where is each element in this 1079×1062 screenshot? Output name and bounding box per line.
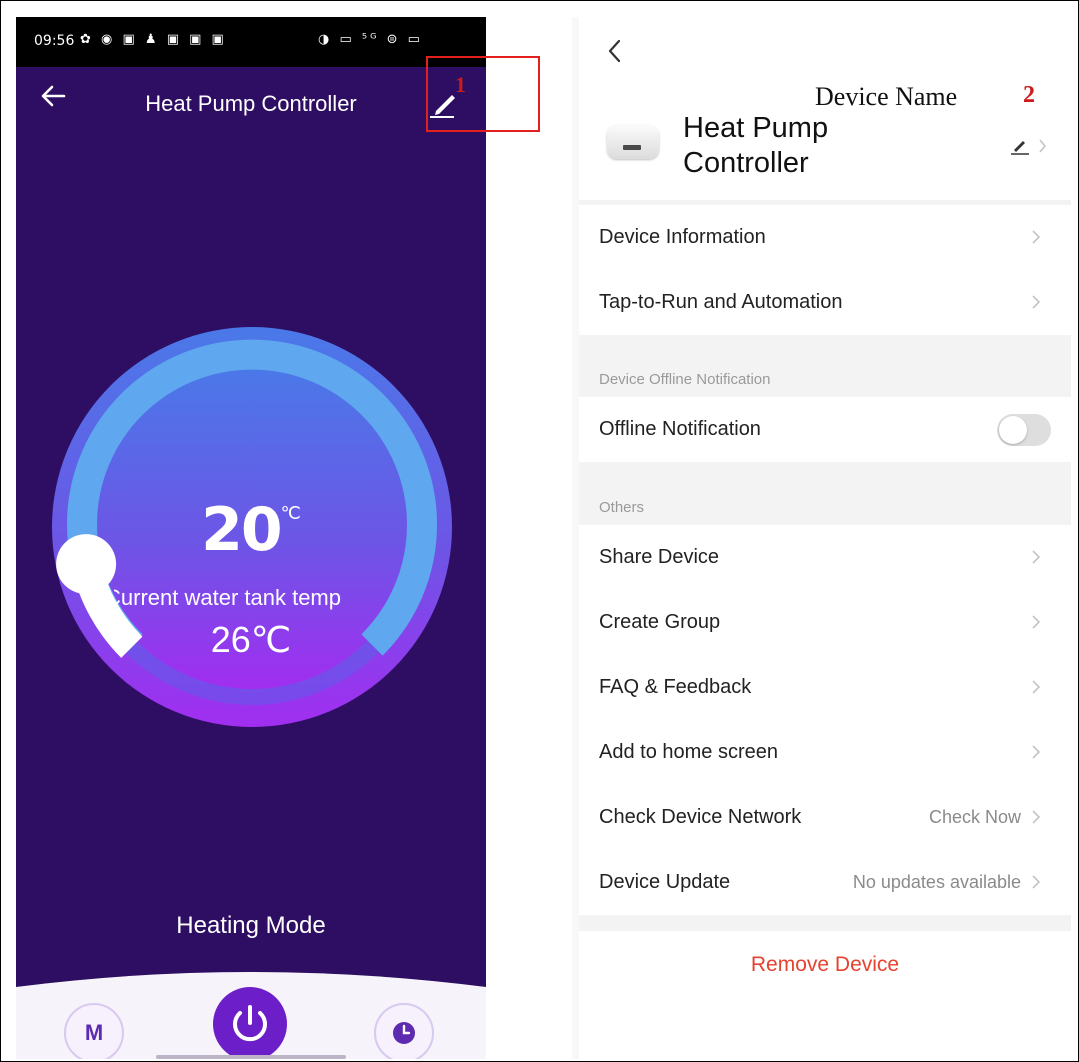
chevron-right-icon xyxy=(1032,615,1041,629)
app-header: Heat Pump Controller xyxy=(16,67,486,137)
divider xyxy=(572,17,579,1059)
row-add-to-home-screen[interactable]: Add to home screen xyxy=(579,720,1071,785)
clock-icon xyxy=(393,1022,415,1044)
power-button[interactable] xyxy=(213,987,287,1059)
system-status-icons: ◑ ▭ ⁵ᴳ ⊜ ▭ xyxy=(318,32,423,47)
row-label: Share Device xyxy=(599,546,720,568)
current-temp-label-wrap: Current water tank temp xyxy=(114,585,394,611)
row-label: Device Information xyxy=(599,226,766,248)
page-title: Heat Pump Controller xyxy=(145,91,357,116)
home-indicator xyxy=(156,1055,346,1059)
section-header-others: Others xyxy=(599,499,645,516)
power-icon xyxy=(233,1005,267,1042)
chevron-left-icon[interactable] xyxy=(605,37,625,72)
annotation-caption: Device Name xyxy=(815,82,958,111)
setpoint-temperature: 20℃ xyxy=(16,495,486,565)
chevron-right-icon xyxy=(1032,875,1041,889)
mode-button[interactable]: M xyxy=(64,1003,124,1059)
row-device-information[interactable]: Device Information xyxy=(579,205,1071,270)
mode-label: Heating Mode xyxy=(176,912,326,939)
thermostat-screen: 09:56 ✿ ◉ ▣ ♟ ▣ ▣ ▣ ◑ ▭ ⁵ᴳ ⊜ ▭ Heat Pump… xyxy=(16,17,486,1059)
remove-device-button[interactable]: Remove Device xyxy=(579,953,1071,977)
row-label: Device Update xyxy=(599,871,731,893)
section-header-offline: Device Offline Notification xyxy=(599,371,771,388)
row-offline-notification: Offline Notification xyxy=(579,397,1071,462)
toggle-knob xyxy=(999,416,1027,444)
chevron-right-icon xyxy=(1039,139,1047,153)
chevron-right-icon xyxy=(1032,745,1041,759)
edit-name-button[interactable] xyxy=(1009,135,1049,155)
offline-notification-toggle[interactable] xyxy=(997,414,1051,446)
pencil-icon xyxy=(1011,141,1029,155)
row-label: Tap-to-Run and Automation xyxy=(599,291,843,313)
chevron-right-icon xyxy=(1032,810,1041,824)
chevron-right-icon xyxy=(1032,680,1041,694)
setpoint-unit: ℃ xyxy=(280,503,301,523)
annotation-marker-2: 2 xyxy=(1023,82,1035,108)
row-check-device-network[interactable]: Check Device Network Check Now xyxy=(579,785,1071,850)
row-create-group[interactable]: Create Group xyxy=(579,590,1071,655)
row-value: Check Now xyxy=(928,807,1021,827)
setpoint-value: 20 xyxy=(201,495,282,565)
notification-icons: ✿ ◉ ▣ ♟ ▣ ▣ ▣ xyxy=(80,32,227,47)
row-device-update[interactable]: Device Update No updates available xyxy=(579,850,1071,915)
row-value: No updates available xyxy=(852,872,1021,892)
row-label: Check Device Network xyxy=(599,806,802,828)
row-share-device[interactable]: Share Device xyxy=(579,525,1071,590)
device-name[interactable]: Heat Pump Controller xyxy=(683,111,913,181)
row-label: FAQ & Feedback xyxy=(599,676,752,698)
row-label: Create Group xyxy=(599,611,721,633)
row-label: Offline Notification xyxy=(599,418,761,440)
chevron-right-icon xyxy=(1032,550,1041,564)
bottom-control-bar: M xyxy=(16,957,486,1059)
annotation-marker-1: 1 xyxy=(455,72,466,97)
timer-button[interactable] xyxy=(374,1003,434,1059)
status-bar: 09:56 ✿ ◉ ▣ ♟ ▣ ▣ ▣ ◑ ▭ ⁵ᴳ ⊜ ▭ xyxy=(16,17,486,67)
annotation-box-1 xyxy=(426,56,540,132)
row-label: Add to home screen xyxy=(599,741,778,763)
device-thumbnail xyxy=(607,125,659,159)
remove-device-row[interactable]: Remove Device xyxy=(579,931,1071,1059)
row-tap-to-run[interactable]: Tap-to-Run and Automation xyxy=(579,270,1071,335)
device-thumbnail-screen xyxy=(623,145,641,150)
current-temp-label: Current water tank temp xyxy=(114,585,341,610)
status-time: 09:56 xyxy=(34,33,75,49)
row-faq-feedback[interactable]: FAQ & Feedback xyxy=(579,655,1071,720)
device-settings-screen: Heat Pump Controller Device Information … xyxy=(579,17,1071,1059)
chevron-right-icon xyxy=(1032,295,1041,309)
current-temp-value: 26℃ xyxy=(210,619,292,660)
chevron-right-icon xyxy=(1032,230,1041,244)
